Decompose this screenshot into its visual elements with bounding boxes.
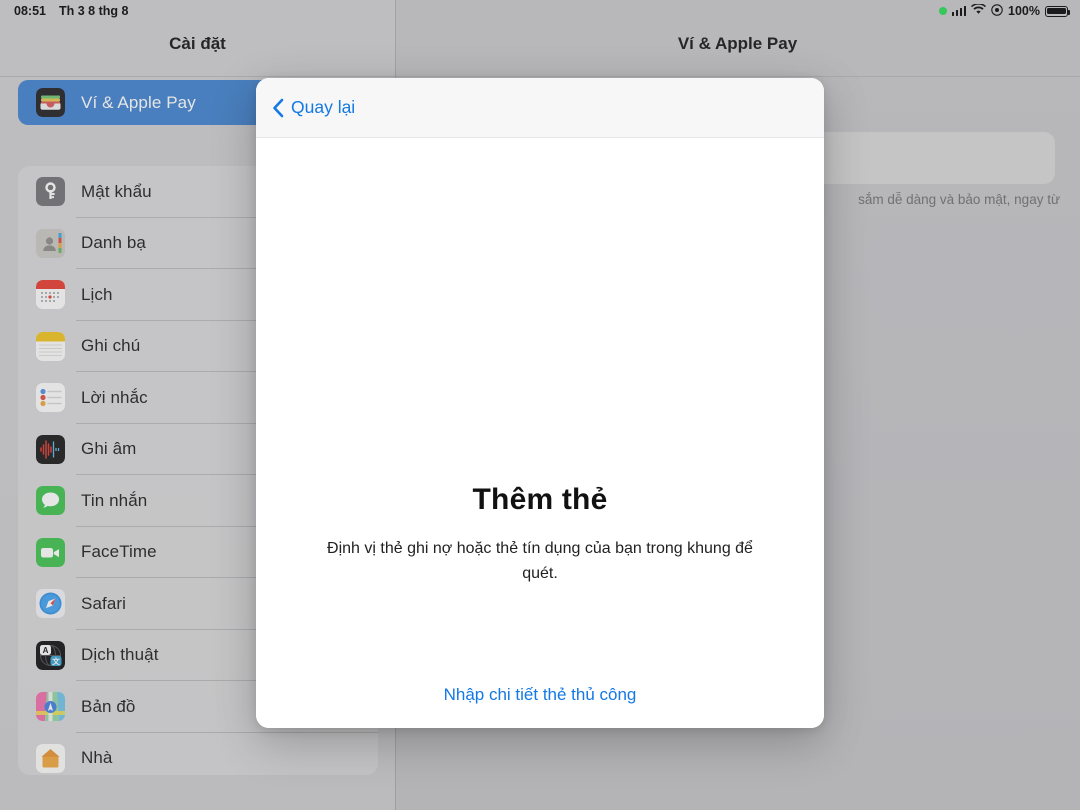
battery-icon bbox=[1045, 5, 1071, 17]
wifi-icon bbox=[971, 3, 987, 18]
battery-percent: 100% bbox=[1008, 4, 1040, 18]
status-time: 08:51 bbox=[14, 4, 46, 18]
chevron-left-icon bbox=[272, 98, 284, 118]
status-bar: 08:51 Th 3 8 thg 8 100% bbox=[0, 0, 1080, 22]
status-bar-right: 100% bbox=[938, 3, 1080, 19]
modal-title: Thêm thẻ bbox=[472, 483, 608, 516]
modal-header: Quay lại bbox=[256, 78, 824, 138]
screen-record-icon bbox=[991, 3, 1003, 19]
back-button[interactable]: Quay lại bbox=[272, 97, 355, 118]
modal-subtitle: Định vị thẻ ghi nợ hoặc thẻ tín dụng của… bbox=[327, 540, 753, 582]
green-recording-dot-icon bbox=[938, 7, 947, 15]
cellular-bars-icon bbox=[951, 6, 967, 16]
ipad-settings-screen: Cài đặt Ví & Apple Pay Ví & Apple Pay Mậ… bbox=[0, 0, 1080, 810]
status-date: Th 3 8 thg 8 bbox=[58, 4, 129, 18]
back-button-label: Quay lại bbox=[291, 97, 356, 117]
modal-body: Thêm thẻ Định vị thẻ ghi nợ hoặc thẻ tín… bbox=[256, 138, 824, 728]
manual-entry-link[interactable]: Nhập chi tiết thẻ thủ công bbox=[256, 685, 824, 705]
status-bar-left: 08:51 Th 3 8 thg 8 bbox=[0, 4, 128, 18]
add-card-modal: Quay lại Thêm thẻ Định vị thẻ ghi nợ hoặ… bbox=[256, 78, 824, 728]
